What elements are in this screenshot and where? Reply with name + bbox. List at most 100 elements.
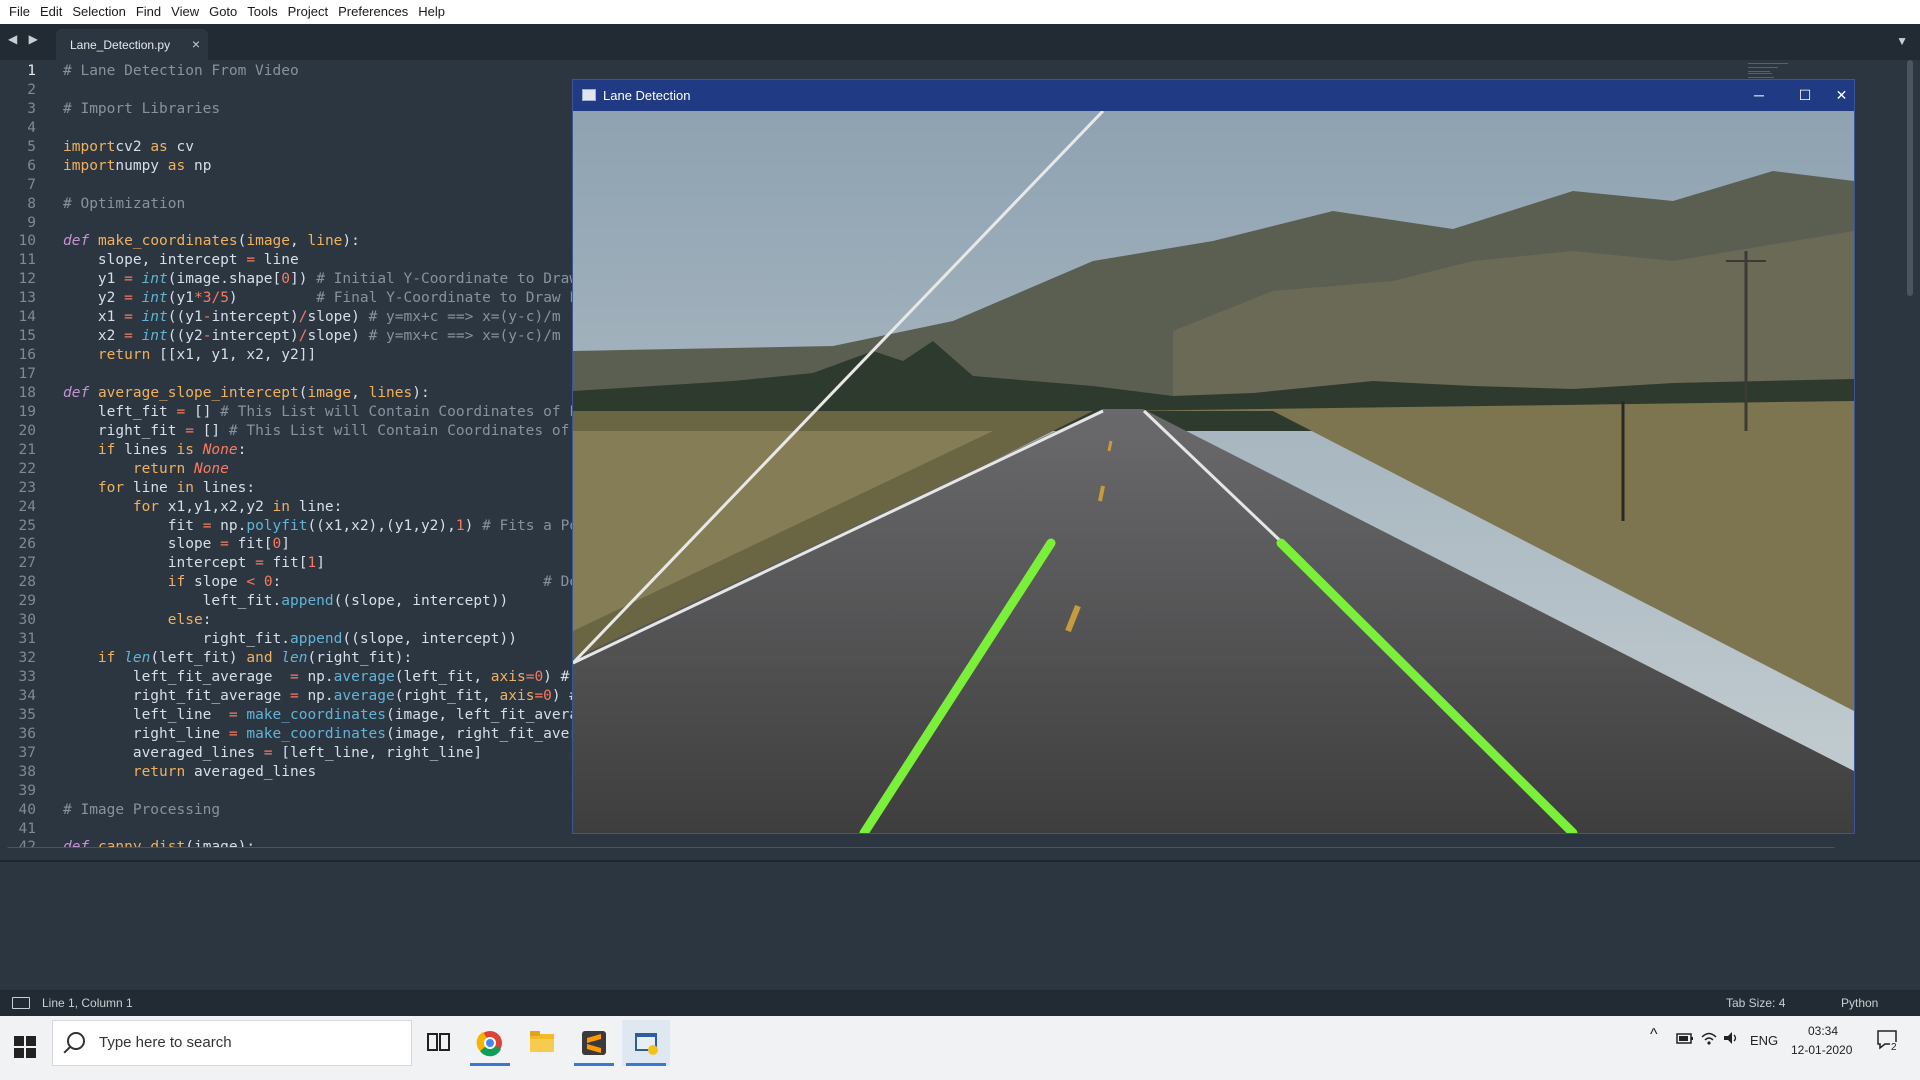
windows-start-icon[interactable] bbox=[14, 1036, 36, 1058]
code-token: = bbox=[246, 252, 256, 269]
code-line[interactable]: return None bbox=[63, 460, 596, 479]
code-token: 0 bbox=[534, 669, 544, 685]
code-line[interactable]: return [[x1, y1, x2, y2]] bbox=[63, 346, 596, 365]
wifi-icon[interactable] bbox=[1700, 1029, 1718, 1047]
code-token: = bbox=[289, 669, 299, 685]
code-line[interactable]: else: bbox=[63, 611, 596, 630]
code-token: intercept) bbox=[211, 328, 299, 345]
code-line[interactable] bbox=[63, 365, 596, 384]
minimap-line bbox=[1748, 73, 1772, 74]
code-line[interactable]: importnumpy as np bbox=[63, 157, 596, 176]
lane-detection-window[interactable]: Lane Detection ─ ☐ ✕ bbox=[572, 79, 1855, 834]
code-line[interactable]: left_line = make_coordinates(image, left… bbox=[63, 706, 596, 725]
menu-item-help[interactable]: Help bbox=[413, 0, 450, 24]
minimap-line bbox=[1748, 63, 1788, 64]
code-token: = bbox=[185, 422, 194, 439]
code-line[interactable]: if len(left_fit) and len(right_fit): bbox=[63, 649, 596, 668]
code-line[interactable]: def average_slope_intercept(image, lines… bbox=[63, 384, 596, 403]
code-line[interactable]: # Import Libraries bbox=[63, 100, 596, 119]
cursor-position[interactable]: Line 1, Column 1 bbox=[42, 996, 133, 1010]
code-line[interactable] bbox=[63, 214, 596, 233]
menu-item-goto[interactable]: Goto bbox=[204, 0, 242, 24]
clock-time[interactable]: 03:34 bbox=[1808, 1024, 1838, 1038]
clock-date[interactable]: 12-01-2020 bbox=[1791, 1043, 1852, 1057]
menu-item-tools[interactable]: Tools bbox=[242, 0, 282, 24]
menu-item-edit[interactable]: Edit bbox=[35, 0, 67, 24]
code-line[interactable]: right_fit.append((slope, intercept)) bbox=[63, 630, 596, 649]
line-number: 28 bbox=[18, 574, 36, 591]
horizontal-scroll-thumb[interactable] bbox=[6, 847, 1836, 848]
tab-nav-arrows[interactable]: ◀ ▶ bbox=[8, 32, 42, 46]
code-line[interactable]: # Image Processing bbox=[63, 801, 596, 820]
code-line[interactable] bbox=[63, 782, 596, 801]
menu-item-view[interactable]: View bbox=[166, 0, 204, 24]
code-line[interactable] bbox=[63, 176, 596, 195]
python-window-icon[interactable] bbox=[622, 1020, 670, 1066]
code-token: np. bbox=[298, 669, 334, 685]
task-view-icon[interactable] bbox=[414, 1020, 462, 1066]
code-token: def bbox=[63, 233, 90, 250]
window-titlebar[interactable]: Lane Detection ─ ☐ ✕ bbox=[573, 80, 1854, 111]
code-line[interactable]: right_fit_average = np.average(right_fit… bbox=[63, 687, 596, 706]
code-token: 0 bbox=[263, 574, 273, 591]
file-explorer-icon[interactable] bbox=[518, 1020, 566, 1066]
taskbar-search-box[interactable]: Type here to search bbox=[52, 1020, 412, 1066]
code-line[interactable]: y1 = int(image.shape[0]) # Initial Y-Coo… bbox=[63, 270, 596, 289]
chrome-icon[interactable] bbox=[466, 1020, 514, 1066]
code-line[interactable]: averaged_lines = [left_line, right_line] bbox=[63, 744, 596, 763]
menu-item-preferences[interactable]: Preferences bbox=[333, 0, 413, 24]
code-line[interactable]: # Lane Detection From Video bbox=[63, 62, 596, 81]
code-token: # Image Processing bbox=[63, 801, 221, 818]
menu-item-selection[interactable]: Selection bbox=[67, 0, 130, 24]
code-line[interactable]: def make_coordinates(image, line): bbox=[63, 232, 596, 251]
tab-close-icon[interactable]: × bbox=[192, 36, 200, 52]
code-line[interactable]: return averaged_lines bbox=[63, 763, 596, 782]
code-line[interactable]: intercept = fit[1] bbox=[63, 554, 596, 573]
horizontal-scrollbar[interactable] bbox=[0, 846, 1920, 848]
maximize-button[interactable]: ☐ bbox=[1783, 84, 1827, 106]
language-indicator[interactable]: ENG bbox=[1750, 1033, 1778, 1048]
vertical-scrollbar[interactable] bbox=[1906, 60, 1914, 848]
code-line[interactable]: if lines is None: bbox=[63, 441, 596, 460]
output-panel[interactable] bbox=[0, 862, 1920, 988]
code-line[interactable]: slope, intercept = line bbox=[63, 251, 596, 270]
menu-item-file[interactable]: File bbox=[4, 0, 35, 24]
vertical-scroll-thumb[interactable] bbox=[1907, 60, 1913, 296]
menu-item-project[interactable]: Project bbox=[283, 0, 333, 24]
tab-size-indicator[interactable]: Tab Size: 4 bbox=[1726, 996, 1785, 1010]
close-button[interactable]: ✕ bbox=[1829, 84, 1854, 106]
code-line[interactable]: importcv2 as cv bbox=[63, 138, 596, 157]
code-line[interactable]: right_line = make_coordinates(image, rig… bbox=[63, 725, 596, 744]
code-line[interactable]: x2 = int((y2-intercept)/slope) # y=mx+c … bbox=[63, 327, 596, 346]
line-number: 34 bbox=[18, 687, 36, 704]
code-line[interactable]: left_fit.append((slope, intercept)) bbox=[63, 592, 596, 611]
battery-icon[interactable] bbox=[1676, 1030, 1694, 1046]
code-line[interactable]: for line in lines: bbox=[63, 479, 596, 498]
code-line[interactable]: left_fit = [] # This List will Contain C… bbox=[63, 403, 596, 422]
notification-count: 2 bbox=[1890, 1042, 1898, 1053]
code-line[interactable]: for x1,y1,x2,y2 in line: bbox=[63, 498, 596, 517]
code-line[interactable]: fit = np.polyfit((x1,x2),(y1,y2),1) # Fi… bbox=[63, 517, 596, 536]
line-number: 21 bbox=[18, 441, 36, 458]
menu-item-find[interactable]: Find bbox=[131, 0, 166, 24]
code-line[interactable]: right_fit = [] # This List will Contain … bbox=[63, 422, 596, 441]
code-line[interactable] bbox=[63, 81, 596, 100]
code-line[interactable]: y2 = int(y1*3/5) # Final Y-Coordinate to… bbox=[63, 289, 596, 308]
code-line[interactable]: x1 = int((y1-intercept)/slope) # y=mx+c … bbox=[63, 308, 596, 327]
volume-icon[interactable] bbox=[1722, 1029, 1740, 1047]
toggle-panel-icon[interactable] bbox=[12, 997, 30, 1009]
code-line[interactable]: left_fit_average = np.average(left_fit, … bbox=[63, 668, 596, 687]
sublime-text-icon[interactable] bbox=[570, 1020, 618, 1066]
code-line[interactable]: if slope < 0: # Deci bbox=[63, 573, 596, 592]
tab-lane-detection[interactable]: Lane_Detection.py × bbox=[56, 29, 208, 60]
code-line[interactable]: # Optimization bbox=[63, 195, 596, 214]
syntax-indicator[interactable]: Python bbox=[1841, 996, 1878, 1010]
tab-menu-chevron-icon[interactable]: ▼ bbox=[1896, 34, 1908, 48]
tray-expand-icon[interactable]: ^ bbox=[1650, 1026, 1658, 1044]
code-line[interactable]: slope = fit[0] bbox=[63, 535, 596, 554]
code-line[interactable] bbox=[63, 820, 596, 839]
code-line[interactable] bbox=[63, 119, 596, 138]
minimize-button[interactable]: ─ bbox=[1737, 84, 1781, 106]
code-token: line bbox=[307, 233, 343, 250]
